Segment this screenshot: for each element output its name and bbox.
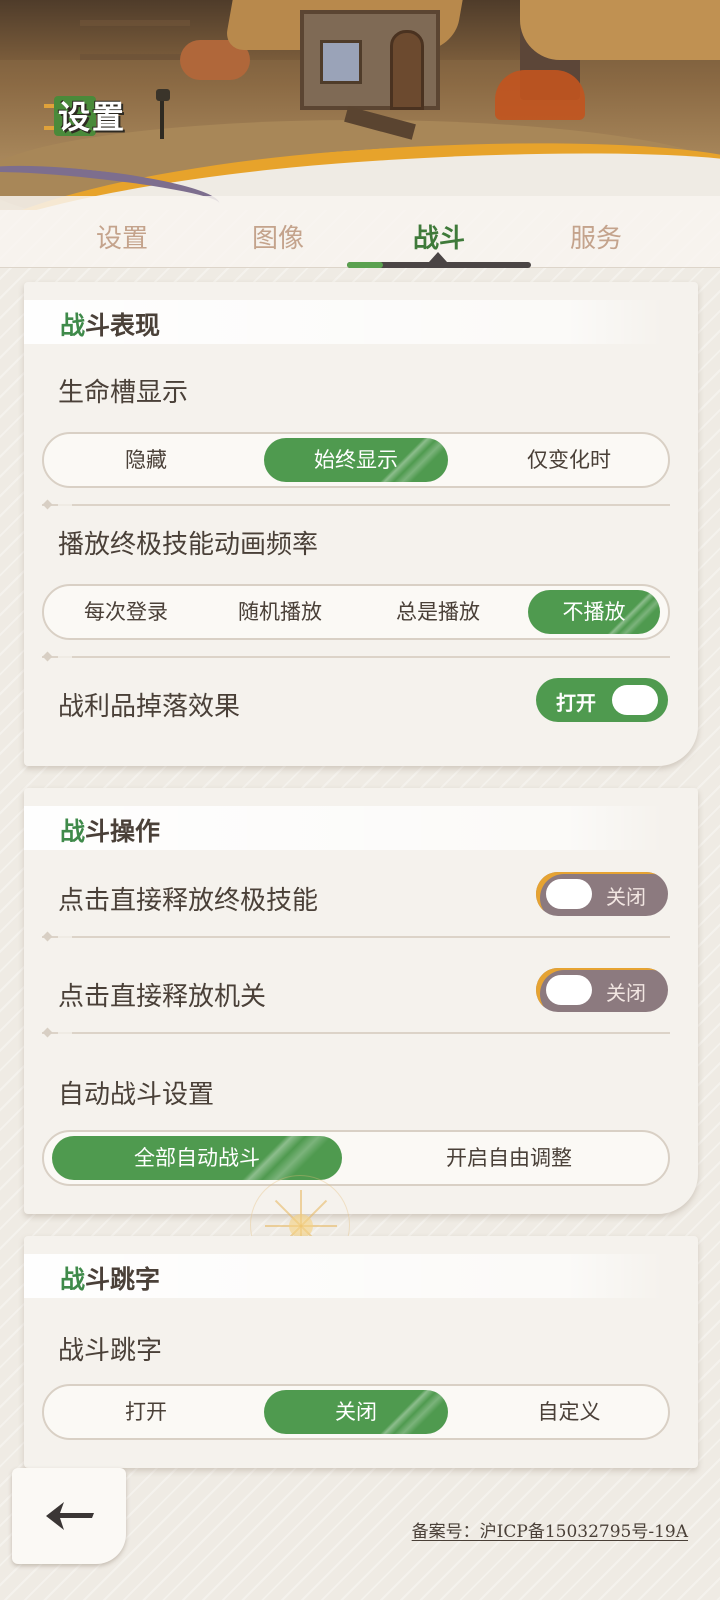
tab-indicator — [347, 252, 531, 268]
toggle-state-label: 关闭 — [606, 981, 646, 1005]
icp-license-link[interactable]: 备案号：沪ICP备15032795号-19A — [412, 1517, 688, 1542]
damage-text-selector: 打开 关闭 自定义 — [42, 1384, 670, 1440]
toggle-state-label: 关闭 — [606, 885, 646, 909]
ult-anim-label: 播放终极技能动画频率 — [58, 530, 319, 560]
hp-bar-option-on-change[interactable]: 仅变化时 — [484, 438, 654, 482]
tap-mech-label: 点击直接释放机关 — [58, 982, 267, 1012]
auto-battle-option-full[interactable]: 全部自动战斗 — [52, 1136, 342, 1180]
ult-anim-option-never[interactable]: 不播放 — [528, 590, 660, 634]
divider — [42, 1032, 670, 1034]
damage-text-option-on[interactable]: 打开 — [64, 1390, 228, 1434]
ult-anim-option-always[interactable]: 总是播放 — [366, 590, 510, 634]
damage-text-option-off[interactable]: 关闭 — [264, 1390, 448, 1434]
toggle-knob — [546, 879, 592, 909]
toggle-knob — [612, 685, 658, 715]
tab-settings[interactable]: 设置 — [62, 218, 182, 255]
toggle-state-label: 打开 — [556, 691, 596, 715]
auto-battle-label: 自动战斗设置 — [58, 1080, 215, 1110]
loot-effect-toggle[interactable]: 打开 — [536, 678, 668, 722]
ult-anim-option-random[interactable]: 随机播放 — [208, 590, 352, 634]
hp-bar-option-always[interactable]: 始终显示 — [264, 438, 448, 482]
loot-effect-label: 战利品掉落效果 — [58, 692, 241, 722]
section-title-operation: 战斗操作 — [60, 817, 161, 846]
card-battle-performance: 战斗表现 生命槽显示 隐藏 始终显示 仅变化时 播放终极技能动画频率 每次登录 … — [24, 282, 698, 766]
tab-battle[interactable]: 战斗 — [379, 218, 499, 255]
divider — [42, 504, 670, 506]
ult-anim-option-each-login[interactable]: 每次登录 — [54, 590, 198, 634]
auto-battle-selector: 全部自动战斗 开启自由调整 — [42, 1130, 670, 1186]
toggle-knob — [546, 975, 592, 1005]
tap-mech-toggle[interactable]: 关闭 — [536, 968, 668, 1012]
back-arrow-icon — [46, 1502, 94, 1530]
section-title-damage-text: 战斗跳字 — [60, 1265, 161, 1294]
divider — [42, 936, 670, 938]
damage-text-option-custom[interactable]: 自定义 — [484, 1390, 654, 1434]
hp-bar-selector: 隐藏 始终显示 仅变化时 — [42, 432, 670, 488]
tap-ult-toggle[interactable]: 关闭 — [536, 872, 668, 916]
lamp-icon — [156, 89, 170, 139]
hp-bar-option-hide[interactable]: 隐藏 — [66, 438, 226, 482]
card-damage-text: 战斗跳字 战斗跳字 打开 关闭 自定义 — [24, 1236, 698, 1468]
tab-bar: 设置 图像 战斗 服务 — [0, 196, 720, 268]
back-button[interactable] — [12, 1468, 126, 1564]
tab-service[interactable]: 服务 — [536, 218, 656, 255]
card-battle-operation: 战斗操作 点击直接释放终极技能 关闭 点击直接释放机关 关闭 自动战斗设置 全部… — [24, 788, 698, 1214]
page-title: 设置 — [58, 98, 127, 136]
settings-logo: 设置 — [44, 92, 134, 138]
damage-text-label: 战斗跳字 — [58, 1336, 163, 1366]
hp-bar-label: 生命槽显示 — [58, 378, 189, 408]
header-banner: 设置 — [0, 0, 720, 210]
tap-ult-label: 点击直接释放终极技能 — [58, 886, 319, 916]
ult-anim-selector: 每次登录 随机播放 总是播放 不播放 — [42, 584, 670, 640]
tab-graphics[interactable]: 图像 — [218, 218, 338, 255]
auto-battle-option-free[interactable]: 开启自由调整 — [364, 1136, 654, 1180]
divider — [42, 656, 670, 658]
section-title-performance: 战斗表现 — [60, 311, 161, 340]
